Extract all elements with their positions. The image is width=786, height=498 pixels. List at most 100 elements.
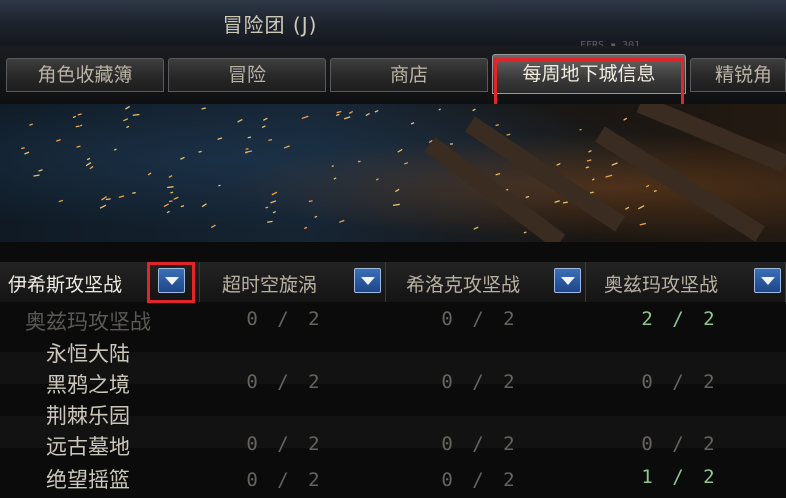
spark (562, 201, 568, 204)
dropdown-option-label[interactable]: 荆棘乐园 (0, 400, 176, 430)
table-cell: 0 / 2 (246, 469, 324, 491)
tab-collection[interactable]: 角色收藏簿 (6, 58, 164, 92)
beam (424, 136, 566, 250)
table-cell: 0 / 2 (641, 371, 719, 393)
spark (339, 219, 345, 223)
spark (397, 148, 403, 153)
spark (267, 220, 273, 223)
spark (58, 199, 64, 203)
spark (105, 198, 111, 201)
spark (625, 206, 630, 210)
spark (247, 136, 252, 139)
spark (75, 125, 80, 128)
spark (167, 186, 174, 189)
spark (218, 184, 221, 187)
spark (33, 174, 40, 177)
table-cell: 0 / 2 (641, 433, 719, 455)
spark (591, 178, 595, 181)
table-row: 荆棘乐园 (0, 397, 786, 429)
spark (623, 117, 628, 121)
table-row: 永恒大陆 (0, 335, 786, 367)
spark (76, 145, 81, 148)
spark (473, 226, 479, 230)
spark (270, 200, 277, 204)
spark (263, 117, 268, 121)
column-label-siroco: 希洛克攻坚战 (406, 274, 521, 296)
column-header-row: 伊希斯攻坚战 超时空旋涡 希洛克攻坚战 奥兹玛攻坚战 (0, 262, 786, 302)
spark (336, 110, 342, 114)
table-cell: 0 / 2 (441, 469, 519, 491)
spark (525, 195, 530, 199)
column-label-ozma: 奥兹玛攻坚战 (604, 274, 719, 296)
column-label-vortex: 超时空旋涡 (222, 274, 318, 296)
dropdown-option-label[interactable]: 黑鸦之境 (0, 369, 176, 399)
spark (118, 195, 125, 199)
spark (637, 205, 645, 210)
spark (438, 108, 441, 111)
triangle-down-icon[interactable] (554, 268, 581, 293)
spark (588, 149, 592, 153)
spark (272, 210, 276, 214)
spark (611, 162, 618, 166)
table-cell: 0 / 2 (246, 308, 324, 330)
column-header-vortex: 超时空旋涡 (200, 262, 386, 302)
spark (283, 145, 290, 149)
spark (210, 224, 216, 229)
dropdown-option-label[interactable]: 永恒大陆 (0, 338, 176, 368)
spark (374, 109, 379, 113)
table-cell: 1 / 2 (641, 466, 719, 488)
spark (163, 203, 170, 208)
table-cell: 0 / 2 (441, 433, 519, 455)
spark (410, 122, 415, 125)
dropdown-option-label[interactable]: 远古墓地 (0, 431, 176, 461)
spark (495, 172, 501, 176)
spark (132, 191, 136, 194)
spark (38, 169, 43, 172)
banner-image (0, 95, 786, 250)
triangle-down-icon[interactable] (754, 268, 781, 293)
tab-adventure[interactable]: 冒险 (168, 58, 326, 92)
spark (170, 191, 174, 194)
column-header-siroco: 希洛克攻坚战 (386, 262, 586, 302)
spark (132, 113, 140, 116)
tab-elite[interactable]: 精锐角 (690, 58, 786, 92)
spark (265, 206, 269, 209)
spark (495, 124, 499, 127)
table-cell: 0 / 2 (246, 433, 324, 455)
highlight-box-dropdown (147, 262, 195, 303)
column-label-isis: 伊希斯攻坚战 (8, 274, 123, 296)
tab-shop[interactable]: 商店 (330, 58, 488, 92)
spark (29, 123, 33, 126)
table-cell: 0 / 2 (246, 371, 324, 393)
spark (99, 204, 107, 209)
spark (217, 137, 223, 140)
spark (523, 231, 527, 234)
spark (404, 162, 409, 165)
spark (85, 162, 92, 167)
table-row: 奥兹玛攻坚战 0 / 2 0 / 2 2 / 2 (0, 303, 786, 335)
spark (301, 115, 309, 120)
spark (72, 115, 76, 119)
beam (636, 95, 786, 173)
table-row: 绝望摇篮 0 / 2 0 / 2 1 / 2 (0, 461, 786, 493)
spark (365, 112, 370, 117)
spark (86, 157, 91, 161)
spark (653, 190, 657, 192)
spark (314, 215, 318, 218)
spark (585, 166, 590, 169)
spark (113, 148, 117, 151)
spark (392, 203, 400, 207)
dropdown-option-label[interactable]: 绝望摇篮 (0, 464, 176, 494)
triangle-down-icon[interactable] (354, 268, 381, 293)
spark (180, 156, 185, 160)
window-title: 冒险团 (J) (222, 13, 318, 37)
spark (586, 159, 592, 162)
table-cell: 0 / 2 (441, 371, 519, 393)
spark (589, 191, 594, 194)
spark (126, 125, 130, 129)
spark (123, 118, 129, 122)
spark (245, 150, 253, 153)
dropdown-option-label[interactable]: 奥兹玛攻坚战 (0, 306, 176, 336)
spark (639, 222, 647, 226)
table-row: 远古墓地 0 / 2 0 / 2 0 / 2 (0, 428, 786, 460)
